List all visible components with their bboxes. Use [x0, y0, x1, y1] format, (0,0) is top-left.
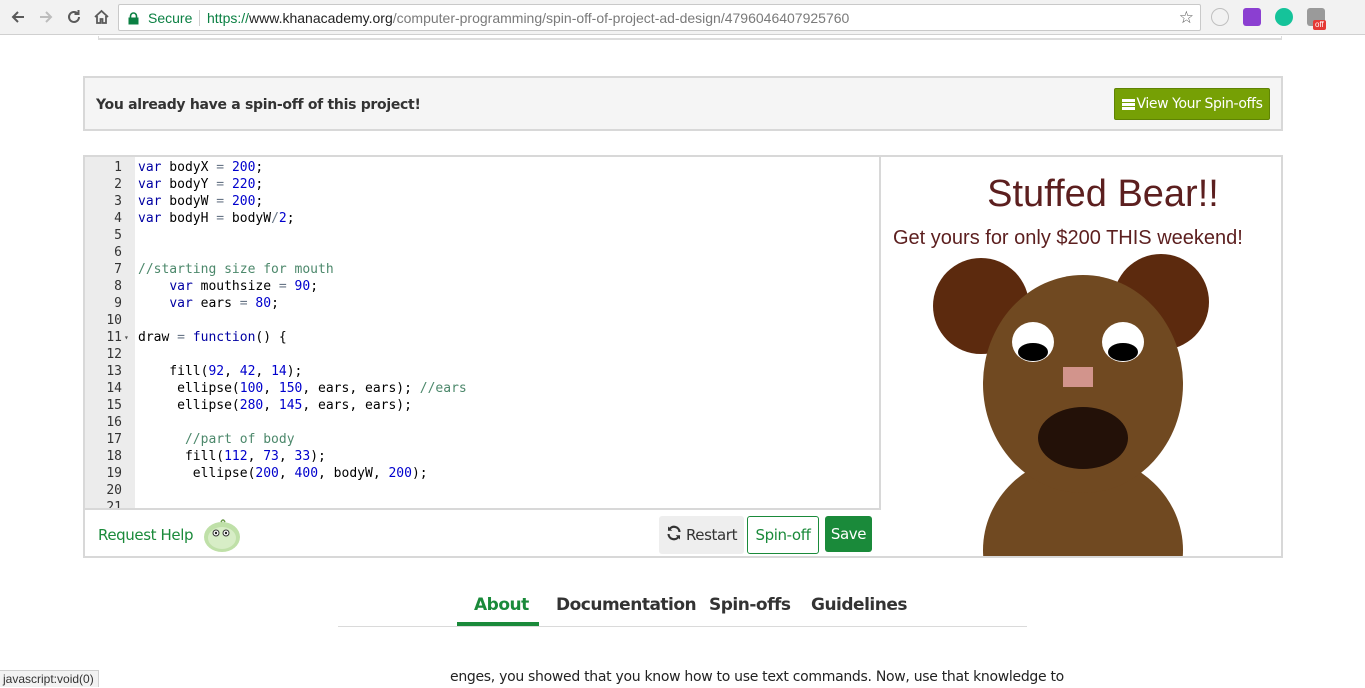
- secure-label: Secure: [148, 10, 193, 26]
- line-number: 1: [114, 160, 122, 175]
- bear-right-pupil: [1108, 343, 1138, 361]
- url-path: /computer-programming/spin-off-of-projec…: [392, 10, 850, 26]
- bear-drawing: [933, 254, 1209, 556]
- url-scheme: https://: [207, 10, 250, 26]
- tab-documentation[interactable]: Documentation: [556, 595, 697, 615]
- line-number: 19: [106, 466, 122, 481]
- code-text: var bodyX = 200;: [138, 160, 264, 175]
- code-text: ellipse(100, 150, ears, ears); //ears: [138, 381, 467, 396]
- bookmark-star-icon[interactable]: ☆: [1179, 9, 1194, 26]
- status-bar: javascript:void(0): [0, 670, 99, 687]
- line-number: 12: [106, 347, 122, 362]
- code-text: //starting size for mouth: [138, 262, 334, 277]
- puzzle-extension-icon[interactable]: [1243, 8, 1261, 26]
- reload-icon[interactable]: [62, 6, 86, 28]
- refresh-icon: [666, 525, 682, 545]
- code-editor[interactable]: 1 var bodyX = 200; 2 var bodyY = 220; 3 var b…: [85, 157, 881, 508]
- clock-extension-icon[interactable]: [1211, 8, 1229, 26]
- fold-arrow-icon[interactable]: ▾: [124, 329, 129, 346]
- save-button[interactable]: Save: [825, 516, 872, 552]
- output-canvas[interactable]: Stuffed Bear!! Get yours for only $200 T…: [883, 157, 1281, 556]
- project-tabs: About Documentation Spin-offs Guidelines: [338, 582, 1027, 627]
- project-workspace: 1 var bodyX = 200; 2 var bodyY = 220; 3 var b…: [83, 155, 1283, 558]
- notice-text: You already have a spin-off of this proj…: [96, 97, 421, 113]
- tab-guidelines[interactable]: Guidelines: [811, 595, 908, 615]
- line-number: 9: [114, 296, 122, 311]
- editor-toolbar: Request Help Restart Spin-off Save: [85, 508, 881, 556]
- ad-subtitle: Get yours for only $200 THIS weekend!: [893, 227, 1243, 249]
- line-number: 8: [114, 279, 122, 294]
- line-number: 21: [106, 500, 122, 508]
- code-text: ellipse(280, 145, ears, ears);: [138, 398, 412, 413]
- spinoff-button[interactable]: Spin-off: [747, 516, 819, 554]
- code-text: var bodyH = bodyW/2;: [138, 211, 295, 226]
- bear-nose: [1063, 367, 1093, 387]
- line-number: 17: [106, 432, 122, 447]
- code-text: fill(112, 73, 33);: [138, 449, 326, 464]
- line-number: 5: [114, 228, 122, 243]
- back-icon[interactable]: [6, 6, 30, 28]
- grammarly-extension-icon[interactable]: [1275, 8, 1293, 26]
- request-help-link[interactable]: Request Help: [98, 526, 194, 544]
- code-text: fill(92, 42, 14);: [138, 364, 303, 379]
- line-number: 16: [106, 415, 122, 430]
- tab-about[interactable]: About: [474, 595, 529, 615]
- about-description: enges, you showed that you know how to u…: [450, 669, 1064, 685]
- save-label: Save: [830, 525, 867, 543]
- line-number: 13: [106, 364, 122, 379]
- restart-label: Restart: [685, 526, 738, 544]
- lock-icon: [128, 12, 139, 30]
- view-spinoffs-label: View Your Spin-offs: [1136, 96, 1263, 112]
- browser-toolbar: Secure https://www.khanacademy.org/compu…: [0, 0, 1365, 35]
- header-bottom-border: [98, 36, 1282, 40]
- line-number: 18: [106, 449, 122, 464]
- code-text: //part of body: [184, 432, 295, 447]
- line-number: 7: [114, 262, 122, 277]
- tab-spin-offs[interactable]: Spin-offs: [709, 595, 791, 615]
- omnibox-divider: [199, 10, 200, 26]
- line-number: 11: [106, 330, 122, 345]
- code-text: var bodyW = 200;: [138, 194, 264, 209]
- bear-left-pupil: [1018, 343, 1048, 361]
- forward-icon[interactable]: [34, 6, 58, 28]
- url-text[interactable]: https://www.khanacademy.org/computer-pro…: [207, 10, 849, 26]
- list-icon: [1121, 98, 1135, 110]
- line-number: 6: [114, 245, 122, 260]
- extension-off-badge: off: [1313, 20, 1326, 30]
- code-text: var ears = 80;: [169, 296, 279, 311]
- active-tab-indicator: [457, 622, 539, 626]
- line-number: 3: [114, 194, 122, 209]
- code-text: var mouthsize = 90;: [169, 279, 319, 294]
- code-text: draw = function() {: [138, 330, 287, 345]
- spinoff-label: Spin-off: [755, 526, 811, 544]
- url-host: www.khanacademy.org: [249, 10, 393, 26]
- line-number: 20: [106, 483, 122, 498]
- line-number: 15: [106, 398, 122, 413]
- line-number: 10: [106, 313, 122, 328]
- address-bar[interactable]: Secure https://www.khanacademy.org/compu…: [118, 4, 1201, 31]
- avatar: [202, 516, 242, 559]
- line-number: 14: [106, 381, 122, 396]
- line-number: 4: [114, 211, 122, 226]
- bear-mouth: [1038, 407, 1128, 469]
- home-icon[interactable]: [89, 6, 113, 28]
- spinoff-notice: You already have a spin-off of this proj…: [83, 76, 1283, 131]
- line-number: 2: [114, 177, 122, 192]
- restart-button[interactable]: Restart: [659, 516, 744, 554]
- code-text: var bodyY = 220;: [138, 177, 264, 192]
- code-text: ellipse(200, 400, bodyW, 200);: [138, 466, 428, 481]
- view-spinoffs-button[interactable]: View Your Spin-offs: [1114, 88, 1270, 120]
- ad-title: Stuffed Bear!!: [987, 173, 1219, 215]
